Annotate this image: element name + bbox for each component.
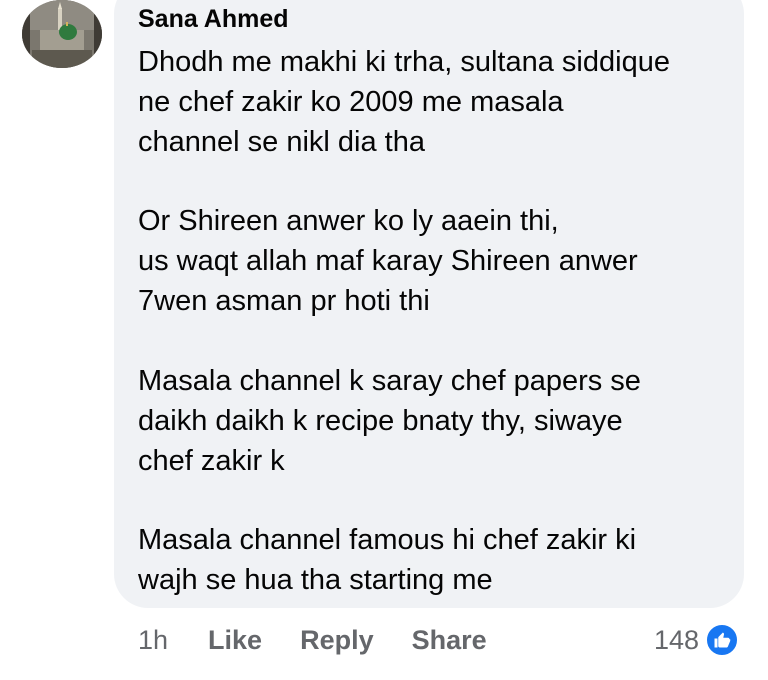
- thumbs-up-icon: [705, 623, 740, 657]
- comment-text-line: chef zakir k: [138, 445, 285, 477]
- comment-text-line: us waqt allah maf karay Shireen anwer: [138, 245, 638, 277]
- comment-text-line: daikh daikh k recipe bnaty thy, siwaye: [138, 405, 623, 437]
- comment-text-line: wajh se hua tha starting me: [138, 564, 493, 596]
- comment-text-line: 7wen asman pr hoti thi: [138, 285, 430, 317]
- comment-actions: 1h Like Reply Share: [138, 620, 525, 660]
- comment-paragraph: Masala channel k saray chef papers se da…: [138, 361, 738, 481]
- comment-text-line: channel se nikl dia tha: [138, 126, 425, 158]
- comment-timestamp[interactable]: 1h: [138, 625, 168, 656]
- avatar[interactable]: [22, 0, 102, 68]
- reaction-count: 148: [654, 624, 700, 655]
- comment-paragraph: Or Shireen anwer ko ly aaein thi, us waq…: [138, 201, 738, 321]
- comment-text-line: Or Shireen anwer ko ly aaein thi,: [138, 205, 559, 237]
- comment-text-line: ne chef zakir ko 2009 me masala: [138, 86, 564, 118]
- reaction-summary[interactable]: 148: [654, 620, 740, 660]
- comment-text-line: Dhodh me makhi ki trha, sultana siddique: [138, 46, 670, 78]
- mosque-image: [22, 0, 102, 68]
- comment-paragraph: Masala channel famous hi chef zakir ki w…: [138, 520, 738, 600]
- share-button[interactable]: Share: [412, 625, 487, 656]
- like-button[interactable]: Like: [208, 625, 262, 656]
- reply-button[interactable]: Reply: [300, 625, 374, 656]
- comment-text-line: Masala channel famous hi chef zakir ki: [138, 524, 637, 556]
- comment-author[interactable]: Sana Ahmed: [138, 5, 289, 34]
- comment-text-line: Masala channel k saray chef papers se: [138, 365, 641, 397]
- comment-paragraph: Dhodh me makhi ki trha, sultana siddique…: [138, 42, 738, 162]
- comment: Sana Ahmed Dhodh me makhi ki trha, sulta…: [0, 0, 768, 680]
